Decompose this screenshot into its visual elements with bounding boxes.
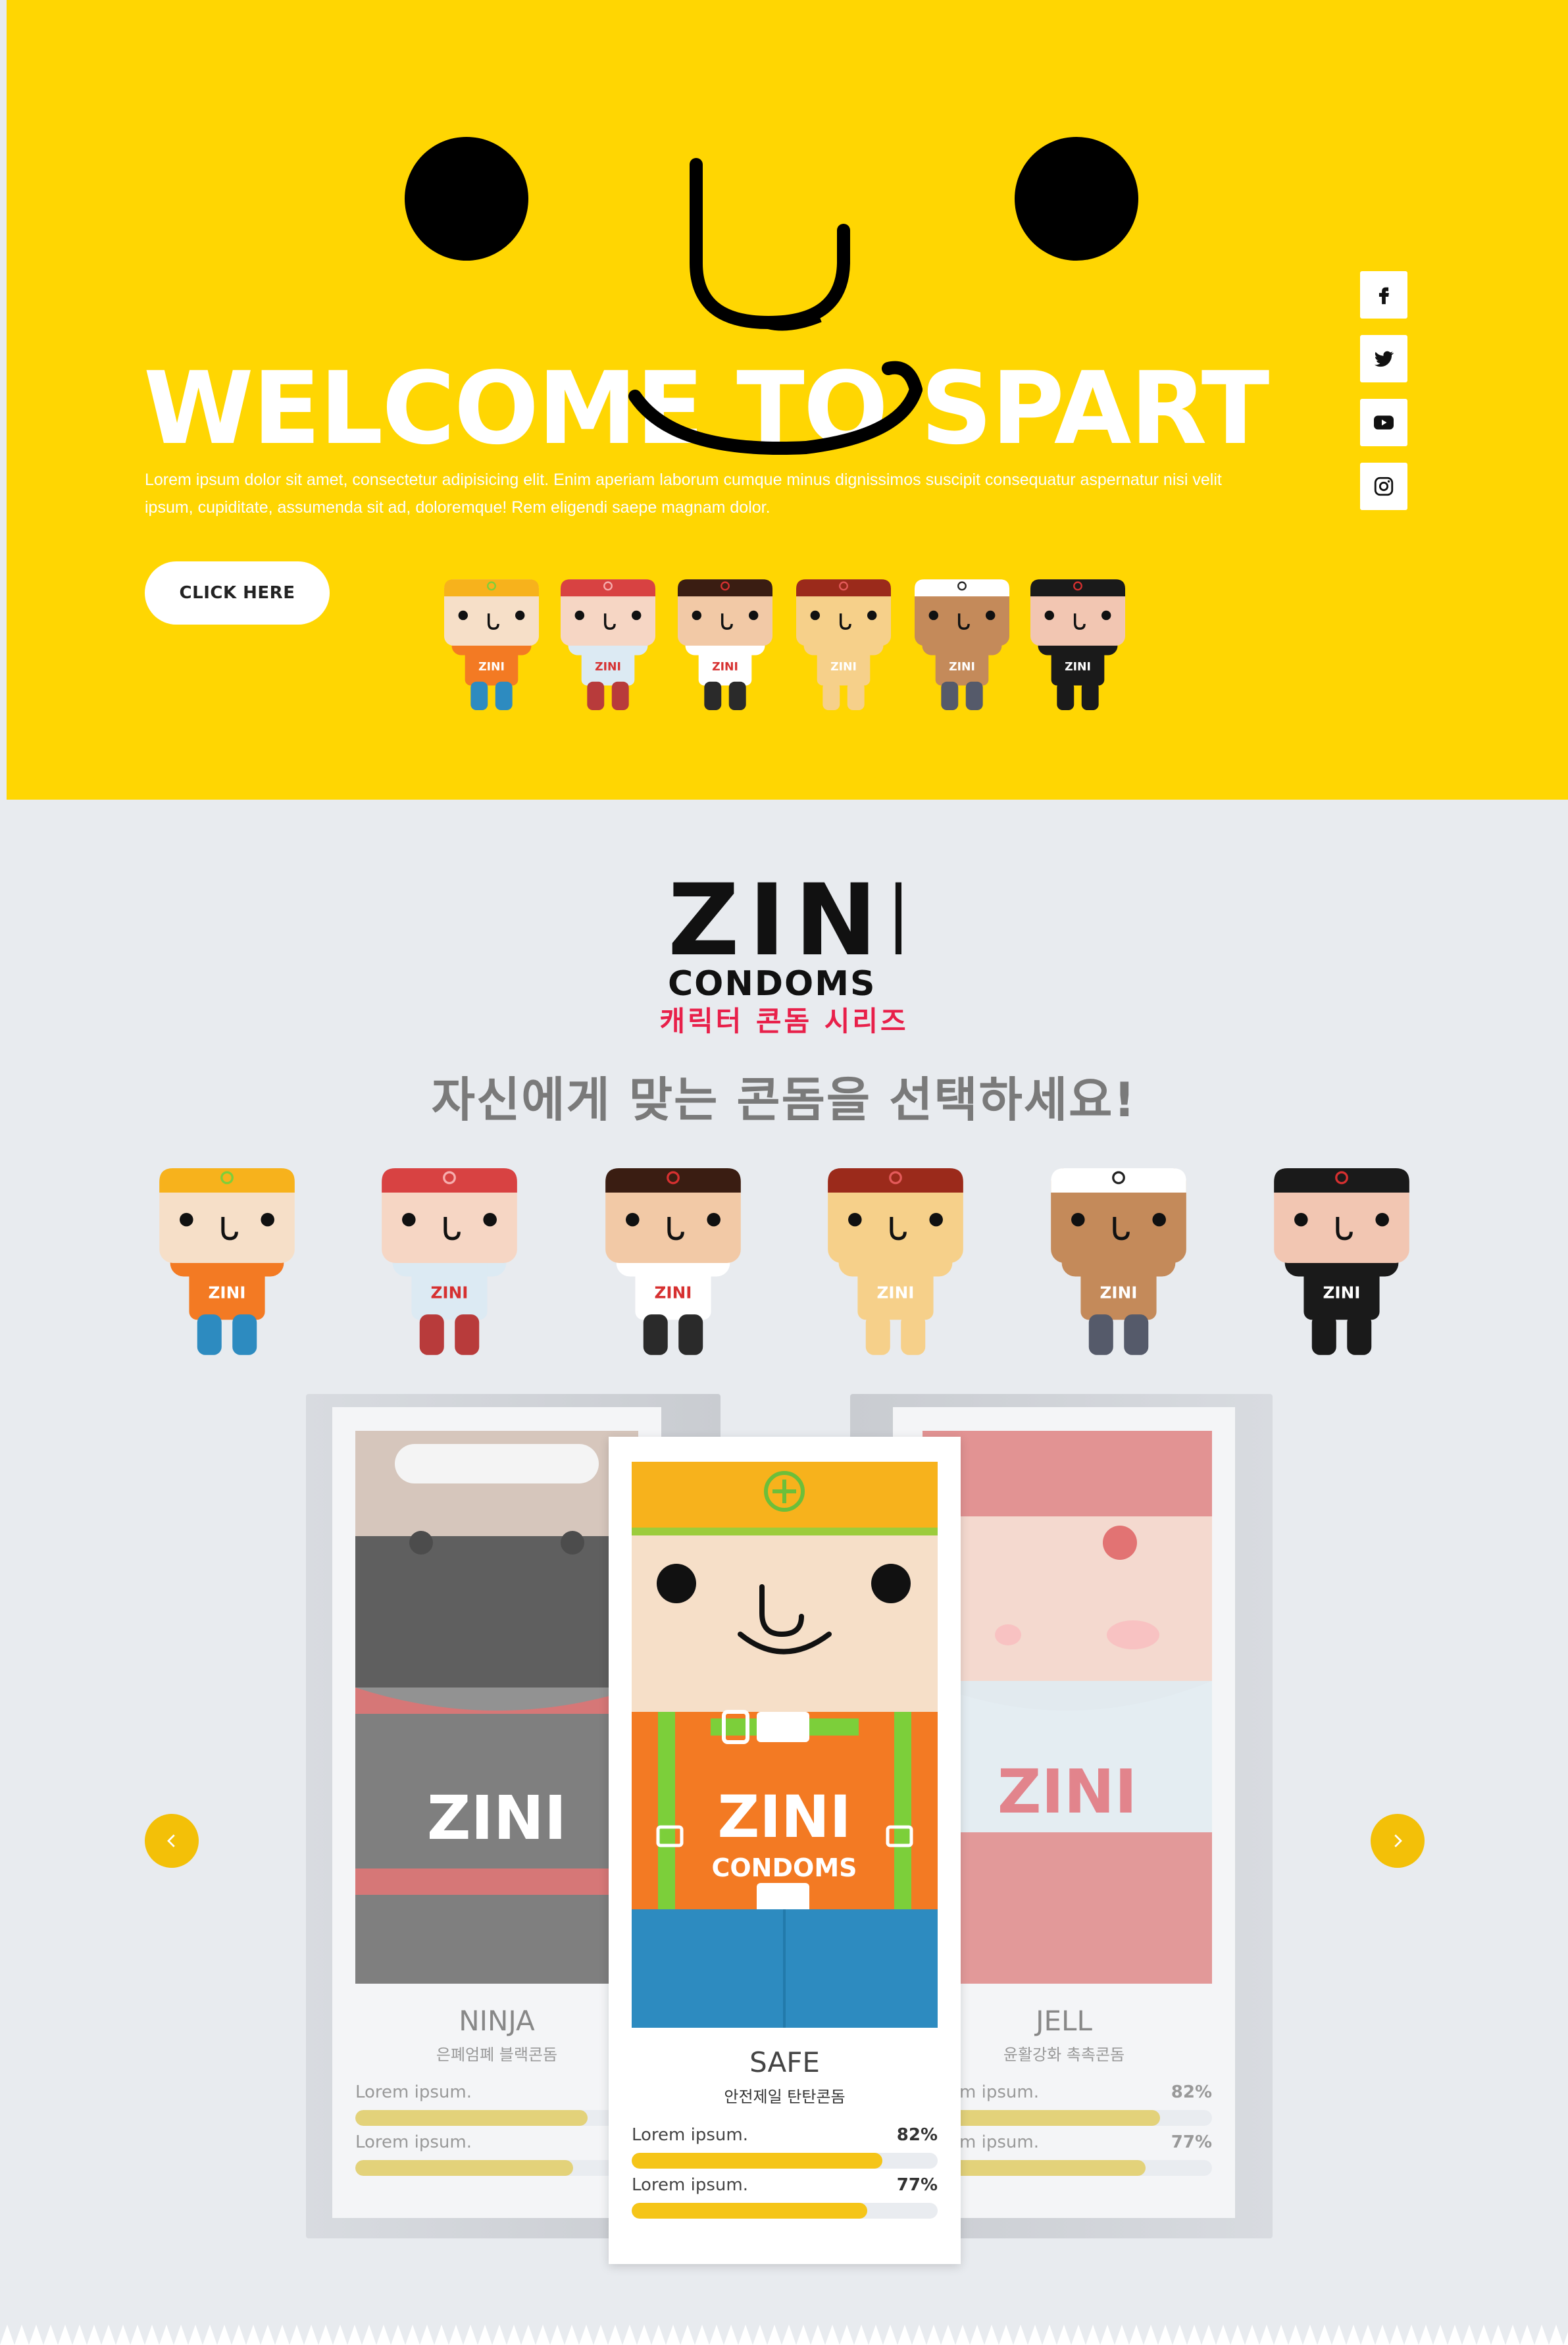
instagram-icon bbox=[1374, 477, 1394, 496]
stat-value: 82% bbox=[896, 2125, 938, 2145]
stat-bar-fill bbox=[632, 2153, 883, 2169]
character-option-naked[interactable]: ZINI bbox=[828, 1168, 963, 1360]
twitter-link[interactable] bbox=[1360, 335, 1407, 382]
facebook-icon bbox=[1378, 287, 1389, 305]
svg-text:ZINI: ZINI bbox=[949, 661, 975, 674]
hero-character-jell: ZINI bbox=[561, 579, 655, 714]
stat-bar-fill bbox=[355, 2160, 574, 2176]
svg-text:ZINI: ZINI bbox=[712, 661, 738, 674]
product-card-safe[interactable]: ZINI CONDOMS SAFE 안전제일 탄탄콘돔 Lorem ipsum.… bbox=[609, 1437, 961, 2264]
svg-text:ZINI: ZINI bbox=[1100, 1283, 1138, 1302]
hero-description: Lorem ipsum dolor sit amet, consectetur … bbox=[145, 471, 1222, 517]
card-dim-overlay bbox=[923, 1431, 1212, 1984]
stat-value: 77% bbox=[896, 2175, 938, 2195]
card-subtitle: 안전제일 탄탄콘돔 bbox=[724, 2088, 846, 2106]
stat-bar bbox=[355, 2110, 638, 2126]
card-dim-overlay bbox=[355, 1431, 638, 1984]
stat-label: Lorem ipsum. bbox=[355, 2132, 472, 2152]
stat-bar bbox=[355, 2160, 638, 2176]
svg-text:ZINI: ZINI bbox=[668, 882, 901, 961]
stat-value: 77% bbox=[1171, 2132, 1212, 2152]
hero-character-muscle: ZINI bbox=[915, 579, 1009, 714]
stat-bar bbox=[923, 2110, 1212, 2126]
brand-tagline: 캐릭터 콘돔 시리즈 bbox=[659, 1005, 909, 1037]
ninja-package-image: ZINI bbox=[355, 1431, 638, 1984]
character-option-tie[interactable]: ZINI bbox=[605, 1168, 741, 1360]
card-title: SAFE bbox=[749, 2046, 820, 2078]
svg-text:ZINI: ZINI bbox=[830, 661, 857, 674]
svg-text:ZINI: ZINI bbox=[1065, 661, 1091, 674]
stat-bar bbox=[632, 2153, 938, 2169]
facebook-link[interactable] bbox=[1360, 271, 1407, 319]
instagram-link[interactable] bbox=[1360, 463, 1407, 510]
click-here-button[interactable]: CLICK HERE bbox=[145, 561, 330, 625]
svg-text:ZINI: ZINI bbox=[209, 1283, 246, 1302]
youtube-link[interactable] bbox=[1360, 399, 1407, 446]
character-option-safe[interactable]: ZINI bbox=[159, 1168, 295, 1360]
chevron-left-icon bbox=[167, 1834, 175, 1847]
hero-character-tie: ZINI bbox=[678, 579, 772, 714]
carousel-prev-button[interactable] bbox=[145, 1814, 199, 1868]
stat-bar bbox=[923, 2160, 1212, 2176]
hero-character-safe: ZINI bbox=[444, 579, 539, 714]
stat-bar bbox=[632, 2203, 938, 2219]
character-option-ninja[interactable]: ZINI bbox=[1274, 1168, 1409, 1360]
zini-logo: ZINI bbox=[668, 882, 901, 961]
stat-bar-fill bbox=[355, 2110, 588, 2126]
twitter-icon bbox=[1374, 351, 1394, 367]
bottom-zigzag-edge bbox=[0, 2317, 1568, 2345]
svg-text:ZINI: ZINI bbox=[655, 1283, 692, 1302]
character-option-jell[interactable]: ZINI bbox=[382, 1168, 517, 1360]
hero-zigzag-edge bbox=[7, 777, 1568, 796]
stat-label: Lorem ipsum. bbox=[355, 2082, 472, 2102]
stat-label: Lorem ipsum. bbox=[632, 2125, 748, 2145]
jell-package-image: ZINI bbox=[923, 1431, 1212, 1984]
svg-text:CONDOMS: CONDOMS bbox=[668, 967, 876, 999]
svg-text:ZINI: ZINI bbox=[877, 1283, 915, 1302]
stat-value: 82% bbox=[1171, 2082, 1212, 2102]
youtube-icon bbox=[1374, 415, 1394, 430]
chevron-right-icon bbox=[1394, 1834, 1402, 1847]
section-heading: 자신에게 맞는 콘돔을 선택하세요! bbox=[431, 1072, 1137, 1127]
svg-text:CONDOMS: CONDOMS bbox=[711, 1853, 857, 1882]
svg-text:ZINI: ZINI bbox=[718, 1783, 851, 1851]
safe-package-image: ZINI CONDOMS bbox=[632, 1462, 938, 2028]
smile-graphic bbox=[628, 158, 923, 455]
carousel-next-button[interactable] bbox=[1371, 1814, 1425, 1868]
hero-character-ninja: ZINI bbox=[1030, 579, 1125, 714]
safe-illustration: ZINI CONDOMS bbox=[632, 1462, 938, 2028]
condoms-wordmark: CONDOMS bbox=[668, 967, 876, 999]
stat-bar-fill bbox=[632, 2203, 868, 2219]
svg-text:ZINI: ZINI bbox=[431, 1283, 468, 1302]
svg-text:ZINI: ZINI bbox=[1323, 1283, 1361, 1302]
svg-text:ZINI: ZINI bbox=[478, 661, 505, 674]
character-option-muscle[interactable]: ZINI bbox=[1051, 1168, 1186, 1360]
stat-label: Lorem ipsum. bbox=[632, 2175, 748, 2195]
svg-text:ZINI: ZINI bbox=[595, 661, 621, 674]
hero-character-naked: ZINI bbox=[796, 579, 891, 714]
